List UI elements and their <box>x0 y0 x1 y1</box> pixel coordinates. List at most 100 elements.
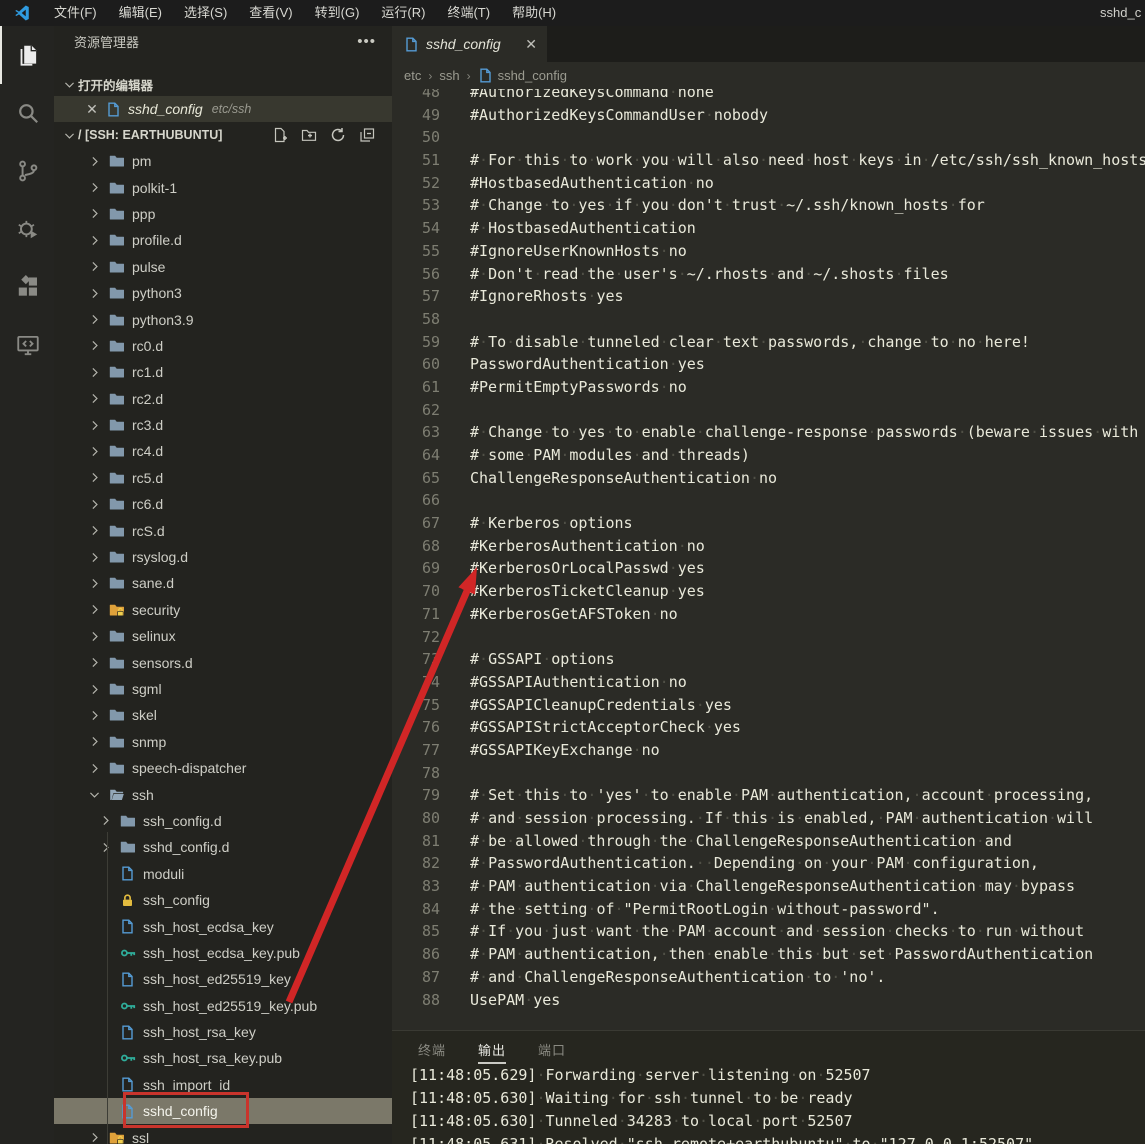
breadcrumb-item-ssh[interactable]: ssh <box>439 68 459 83</box>
activity-item-explorer[interactable] <box>0 26 54 84</box>
tree-item-snmp[interactable]: snmp <box>54 729 392 755</box>
tree-item-ssh_import_id[interactable]: ssh_import_id <box>54 1072 392 1098</box>
tree-item-ppp[interactable]: ppp <box>54 201 392 227</box>
tree-item-python3.9[interactable]: python3.9 <box>54 306 392 332</box>
code-line-76[interactable]: 76#GSSAPIStrictAcceptorCheck·yes <box>392 716 1145 739</box>
code-line-69[interactable]: 69#KerberosOrLocalPasswd·yes <box>392 557 1145 580</box>
open-editor-item-sshd_config[interactable]: ✕ sshd_config etc/ssh <box>54 96 392 122</box>
tree-item-ssh[interactable]: ssh <box>54 781 392 807</box>
menu-item[interactable]: 编辑(E) <box>108 0 173 26</box>
breadcrumb-item-etc[interactable]: etc <box>404 68 421 83</box>
code-line-59[interactable]: 59#·To·disable·tunneled·clear·text·passw… <box>392 331 1145 354</box>
code-line-48[interactable]: 48#AuthorizedKeysCommand·none <box>392 89 1145 104</box>
tree-item-rc6.d[interactable]: rc6.d <box>54 491 392 517</box>
workspace-root-header[interactable]: / [SSH: EARTHUBUNTU] <box>54 122 392 148</box>
code-line-54[interactable]: 54#·HostbasedAuthentication <box>392 217 1145 240</box>
tree-item-security[interactable]: security <box>54 597 392 623</box>
tree-item-rsyslog.d[interactable]: rsyslog.d <box>54 544 392 570</box>
tree-item-python3[interactable]: python3 <box>54 280 392 306</box>
refresh-icon[interactable] <box>327 124 349 146</box>
code-line-68[interactable]: 68#KerberosAuthentication·no <box>392 535 1145 558</box>
tree-item-selinux[interactable]: selinux <box>54 623 392 649</box>
activity-item-remote-explorer[interactable] <box>0 316 54 374</box>
close-icon[interactable]: ✕ <box>84 101 100 118</box>
tree-item-ssh_host_rsa_key[interactable]: ssh_host_rsa_key <box>54 1019 392 1045</box>
tree-item-pulse[interactable]: pulse <box>54 254 392 280</box>
menu-item[interactable]: 转到(G) <box>304 0 371 26</box>
code-line-56[interactable]: 56#·Don't·read·the·user's·~/.rhosts·and·… <box>392 263 1145 286</box>
code-line-75[interactable]: 75#GSSAPICleanupCredentials·yes <box>392 694 1145 717</box>
menu-item[interactable]: 帮助(H) <box>501 0 567 26</box>
code-line-66[interactable]: 66 <box>392 489 1145 512</box>
tree-item-sane.d[interactable]: sane.d <box>54 570 392 596</box>
code-line-81[interactable]: 81#·be·allowed·through·the·ChallengeResp… <box>392 830 1145 853</box>
tree-item-ssh_host_ecdsa_key.pub[interactable]: ssh_host_ecdsa_key.pub <box>54 940 392 966</box>
menu-item[interactable]: 查看(V) <box>238 0 303 26</box>
code-line-50[interactable]: 50 <box>392 126 1145 149</box>
code-line-62[interactable]: 62 <box>392 399 1145 422</box>
panel-tab-输出[interactable]: 输出 <box>478 1031 506 1064</box>
panel-tab-终端[interactable]: 终端 <box>418 1031 446 1064</box>
menu-item[interactable]: 文件(F) <box>43 0 108 26</box>
tree-item-ssl[interactable]: ssl <box>54 1124 392 1144</box>
new-folder-icon[interactable] <box>298 124 320 146</box>
code-line-82[interactable]: 82#·PasswordAuthentication.··Depending·o… <box>392 852 1145 875</box>
activity-item-extensions[interactable] <box>0 258 54 316</box>
code-line-52[interactable]: 52#HostbasedAuthentication·no <box>392 172 1145 195</box>
code-line-79[interactable]: 79#·Set·this·to·'yes'·to·enable·PAM·auth… <box>392 784 1145 807</box>
code-line-84[interactable]: 84#·the·setting·of·"PermitRootLogin·with… <box>392 898 1145 921</box>
activity-item-run-debug[interactable] <box>0 200 54 258</box>
code-line-73[interactable]: 73#·GSSAPI·options <box>392 648 1145 671</box>
code-line-86[interactable]: 86#·PAM·authentication,·then·enable·this… <box>392 943 1145 966</box>
tree-item-rc1.d[interactable]: rc1.d <box>54 359 392 385</box>
code-line-67[interactable]: 67#·Kerberos·options <box>392 512 1145 535</box>
code-line-87[interactable]: 87#·and·ChallengeResponseAuthentication·… <box>392 966 1145 989</box>
tree-item-ssh_host_ecdsa_key[interactable]: ssh_host_ecdsa_key <box>54 913 392 939</box>
code-line-88[interactable]: 88UsePAM·yes <box>392 989 1145 1012</box>
tree-item-polkit-1[interactable]: polkit-1 <box>54 174 392 200</box>
tree-item-speech-dispatcher[interactable]: speech-dispatcher <box>54 755 392 781</box>
breadcrumb-item-sshd_config[interactable]: sshd_config <box>478 68 567 83</box>
tree-item-rc0.d[interactable]: rc0.d <box>54 333 392 359</box>
tree-item-ssh_host_ed25519_key[interactable]: ssh_host_ed25519_key <box>54 966 392 992</box>
code-line-80[interactable]: 80#·and·session·processing.·If·this·is·e… <box>392 807 1145 830</box>
panel-tab-端口[interactable]: 端口 <box>538 1031 566 1064</box>
tree-item-skel[interactable]: skel <box>54 702 392 728</box>
code-line-72[interactable]: 72 <box>392 626 1145 649</box>
tree-item-sshd_config.d[interactable]: sshd_config.d <box>54 834 392 860</box>
code-line-77[interactable]: 77#GSSAPIKeyExchange·no <box>392 739 1145 762</box>
tree-item-profile.d[interactable]: profile.d <box>54 227 392 253</box>
code-line-70[interactable]: 70#KerberosTicketCleanup·yes <box>392 580 1145 603</box>
code-line-64[interactable]: 64#·some·PAM·modules·and·threads) <box>392 444 1145 467</box>
code-line-71[interactable]: 71#KerberosGetAFSToken·no <box>392 603 1145 626</box>
activity-item-search[interactable] <box>0 84 54 142</box>
code-line-49[interactable]: 49#AuthorizedKeysCommandUser·nobody <box>392 104 1145 127</box>
tree-item-ssh_config[interactable]: ssh_config <box>54 887 392 913</box>
tree-item-moduli[interactable]: moduli <box>54 861 392 887</box>
code-line-55[interactable]: 55#IgnoreUserKnownHosts·no <box>392 240 1145 263</box>
code-line-61[interactable]: 61#PermitEmptyPasswords·no <box>392 376 1145 399</box>
code-line-85[interactable]: 85#·If·you·just·want·the·PAM·account·and… <box>392 920 1145 943</box>
tree-item-rc5.d[interactable]: rc5.d <box>54 465 392 491</box>
code-line-78[interactable]: 78 <box>392 762 1145 785</box>
tree-item-pm[interactable]: pm <box>54 148 392 174</box>
tree-item-sensors.d[interactable]: sensors.d <box>54 649 392 675</box>
code-line-53[interactable]: 53#·Change·to·yes·if·you·don't·trust·~/.… <box>392 194 1145 217</box>
menu-item[interactable]: 运行(R) <box>370 0 436 26</box>
collapse-all-icon[interactable] <box>356 124 378 146</box>
tree-item-rc3.d[interactable]: rc3.d <box>54 412 392 438</box>
tree-item-ssh_config.d[interactable]: ssh_config.d <box>54 808 392 834</box>
tree-item-sshd_config[interactable]: sshd_config <box>54 1098 392 1124</box>
tree-item-sgml[interactable]: sgml <box>54 676 392 702</box>
code-line-74[interactable]: 74#GSSAPIAuthentication·no <box>392 671 1145 694</box>
tree-item-ssh_host_rsa_key.pub[interactable]: ssh_host_rsa_key.pub <box>54 1045 392 1071</box>
code-line-63[interactable]: 63#·Change·to·yes·to·enable·challenge-re… <box>392 421 1145 444</box>
tree-item-ssh_host_ed25519_key.pub[interactable]: ssh_host_ed25519_key.pub <box>54 993 392 1019</box>
activity-item-source-control[interactable] <box>0 142 54 200</box>
tree-item-rc2.d[interactable]: rc2.d <box>54 386 392 412</box>
code-line-51[interactable]: 51#·For·this·to·work·you·will·also·need·… <box>392 149 1145 172</box>
tab-sshd_config[interactable]: sshd_config ✕ <box>392 26 547 62</box>
open-editors-header[interactable]: 打开的编辑器 <box>54 72 392 96</box>
code-line-65[interactable]: 65ChallengeResponseAuthentication·no <box>392 467 1145 490</box>
menu-item[interactable]: 选择(S) <box>173 0 238 26</box>
